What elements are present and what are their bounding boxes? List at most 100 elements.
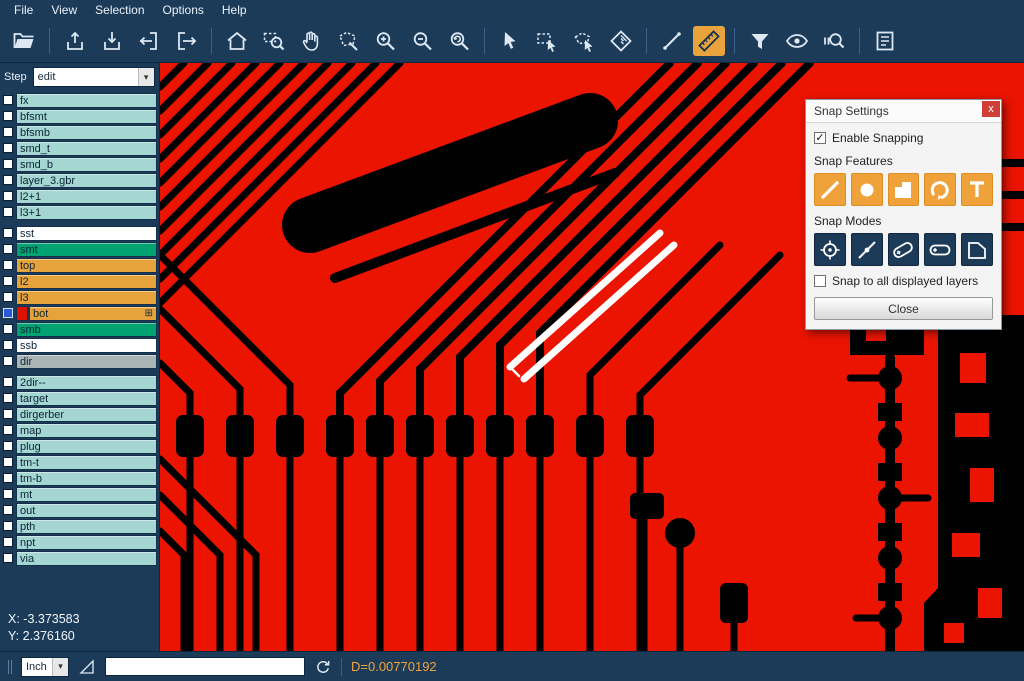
close-button[interactable]: Close — [814, 297, 993, 320]
layer-visibility-checkbox[interactable] — [3, 127, 13, 137]
snap-all-layers-checkbox[interactable] — [814, 275, 826, 287]
pan-hand-button[interactable] — [295, 26, 327, 56]
layer-visibility-checkbox[interactable] — [3, 537, 13, 547]
layer-name[interactable]: l2+1 — [16, 189, 157, 204]
layer-name[interactable]: map — [16, 423, 157, 438]
eye-button[interactable] — [781, 26, 813, 56]
layer-visibility-checkbox[interactable] — [3, 324, 13, 334]
zoom-in-button[interactable] — [369, 26, 401, 56]
layer-name[interactable]: smt — [16, 242, 157, 257]
zoom-window-button[interactable] — [258, 26, 290, 56]
snap-contour-button[interactable] — [961, 233, 993, 266]
zoom-polygon-button[interactable] — [332, 26, 364, 56]
enable-snapping-row[interactable]: ✓ Enable Snapping — [814, 131, 993, 145]
layer-visibility-checkbox[interactable] — [3, 276, 13, 286]
menu-selection[interactable]: Selection — [87, 1, 152, 19]
layer-name[interactable]: via — [16, 551, 157, 566]
layer-name[interactable]: fx — [16, 93, 157, 108]
menu-options[interactable]: Options — [155, 1, 212, 19]
snap-line-button[interactable] — [814, 173, 846, 206]
layer-name[interactable]: dirgerber — [16, 407, 157, 422]
ruler-button[interactable] — [693, 26, 725, 56]
step-right-button[interactable] — [170, 26, 202, 56]
snap-surface-button[interactable] — [888, 173, 920, 206]
layer-visibility-checkbox[interactable] — [3, 521, 13, 531]
pcb-canvas[interactable]: Snap Settings x ✓ Enable Snapping Snap F… — [160, 63, 1024, 651]
snap-all-layers-row[interactable]: Snap to all displayed layers — [814, 274, 993, 288]
layer-visibility-checkbox[interactable] — [3, 393, 13, 403]
layer-visibility-checkbox[interactable] — [3, 425, 13, 435]
select-rect-button[interactable] — [531, 26, 563, 56]
find-text-button[interactable] — [818, 26, 850, 56]
layer-name[interactable]: l2 — [16, 274, 157, 289]
snap-slot-diag-button[interactable] — [888, 233, 920, 266]
layer-name[interactable]: mt — [16, 487, 157, 502]
layer-visibility-checkbox[interactable] — [3, 143, 13, 153]
layer-visibility-checkbox[interactable] — [3, 473, 13, 483]
triangle-tool-icon[interactable] — [78, 658, 96, 676]
snap-arc-button[interactable] — [924, 173, 956, 206]
layer-color-swatch[interactable] — [16, 306, 28, 321]
layer-name[interactable]: tm-b — [16, 471, 157, 486]
home-button[interactable] — [221, 26, 253, 56]
close-icon[interactable]: x — [982, 101, 1000, 117]
layer-visibility-checkbox[interactable] — [3, 356, 13, 366]
export-up-button[interactable] — [59, 26, 91, 56]
step-left-button[interactable] — [133, 26, 165, 56]
measure-diamond-button[interactable] — [605, 26, 637, 56]
layer-visibility-checkbox[interactable] — [3, 377, 13, 387]
layer-visibility-checkbox[interactable] — [3, 457, 13, 467]
snap-nearest-button[interactable] — [851, 233, 883, 266]
report-button[interactable] — [869, 26, 901, 56]
layer-name[interactable]: l3+1 — [16, 205, 157, 220]
layer-name[interactable]: smd_b — [16, 157, 157, 172]
line-tool-button[interactable] — [656, 26, 688, 56]
layer-visibility-checkbox[interactable] — [3, 441, 13, 451]
layer-visibility-checkbox[interactable] — [3, 159, 13, 169]
layer-name[interactable]: layer_3.gbr — [16, 173, 157, 188]
layer-visibility-checkbox[interactable] — [3, 308, 13, 318]
layer-name[interactable]: smb — [16, 322, 157, 337]
menu-file[interactable]: File — [6, 1, 41, 19]
layer-visibility-checkbox[interactable] — [3, 292, 13, 302]
layer-visibility-checkbox[interactable] — [3, 228, 13, 238]
layer-visibility-checkbox[interactable] — [3, 95, 13, 105]
zoom-reset-button[interactable] — [443, 26, 475, 56]
zoom-out-button[interactable] — [406, 26, 438, 56]
layer-name[interactable]: 2dir-- — [16, 375, 157, 390]
layer-name[interactable]: out — [16, 503, 157, 518]
layer-name[interactable]: smd_t — [16, 141, 157, 156]
layer-name[interactable]: npt — [16, 535, 157, 550]
command-input[interactable] — [105, 657, 305, 676]
menu-view[interactable]: View — [43, 1, 85, 19]
select-cursor-button[interactable] — [494, 26, 526, 56]
layer-name[interactable]: dir — [16, 354, 157, 369]
open-folder-button[interactable] — [8, 26, 40, 56]
import-down-button[interactable] — [96, 26, 128, 56]
layer-name[interactable]: top — [16, 258, 157, 273]
chevron-down-icon[interactable]: ▾ — [138, 68, 154, 86]
layer-visibility-checkbox[interactable] — [3, 409, 13, 419]
layer-name[interactable]: bot⊞ — [29, 306, 157, 321]
layer-visibility-checkbox[interactable] — [3, 175, 13, 185]
step-select[interactable]: edit ▾ — [33, 67, 155, 87]
snap-center-button[interactable] — [814, 233, 846, 266]
snap-pad-button[interactable] — [851, 173, 883, 206]
refresh-icon[interactable] — [314, 658, 332, 676]
snap-text-button[interactable] — [961, 173, 993, 206]
layer-name[interactable]: bfsmt — [16, 109, 157, 124]
layer-visibility-checkbox[interactable] — [3, 260, 13, 270]
layer-name[interactable]: sst — [16, 226, 157, 241]
snap-dialog-titlebar[interactable]: Snap Settings x — [806, 100, 1001, 123]
layer-name[interactable]: pth — [16, 519, 157, 534]
layer-visibility-checkbox[interactable] — [3, 191, 13, 201]
unit-select[interactable]: Inch ▾ — [21, 657, 69, 677]
snap-slot-button[interactable] — [924, 233, 956, 266]
filter-button[interactable] — [744, 26, 776, 56]
select-poly-button[interactable] — [568, 26, 600, 56]
chevron-down-icon[interactable]: ▾ — [52, 658, 68, 676]
layer-name[interactable]: l3 — [16, 290, 157, 305]
layer-visibility-checkbox[interactable] — [3, 207, 13, 217]
enable-snapping-checkbox[interactable]: ✓ — [814, 132, 826, 144]
layer-visibility-checkbox[interactable] — [3, 340, 13, 350]
